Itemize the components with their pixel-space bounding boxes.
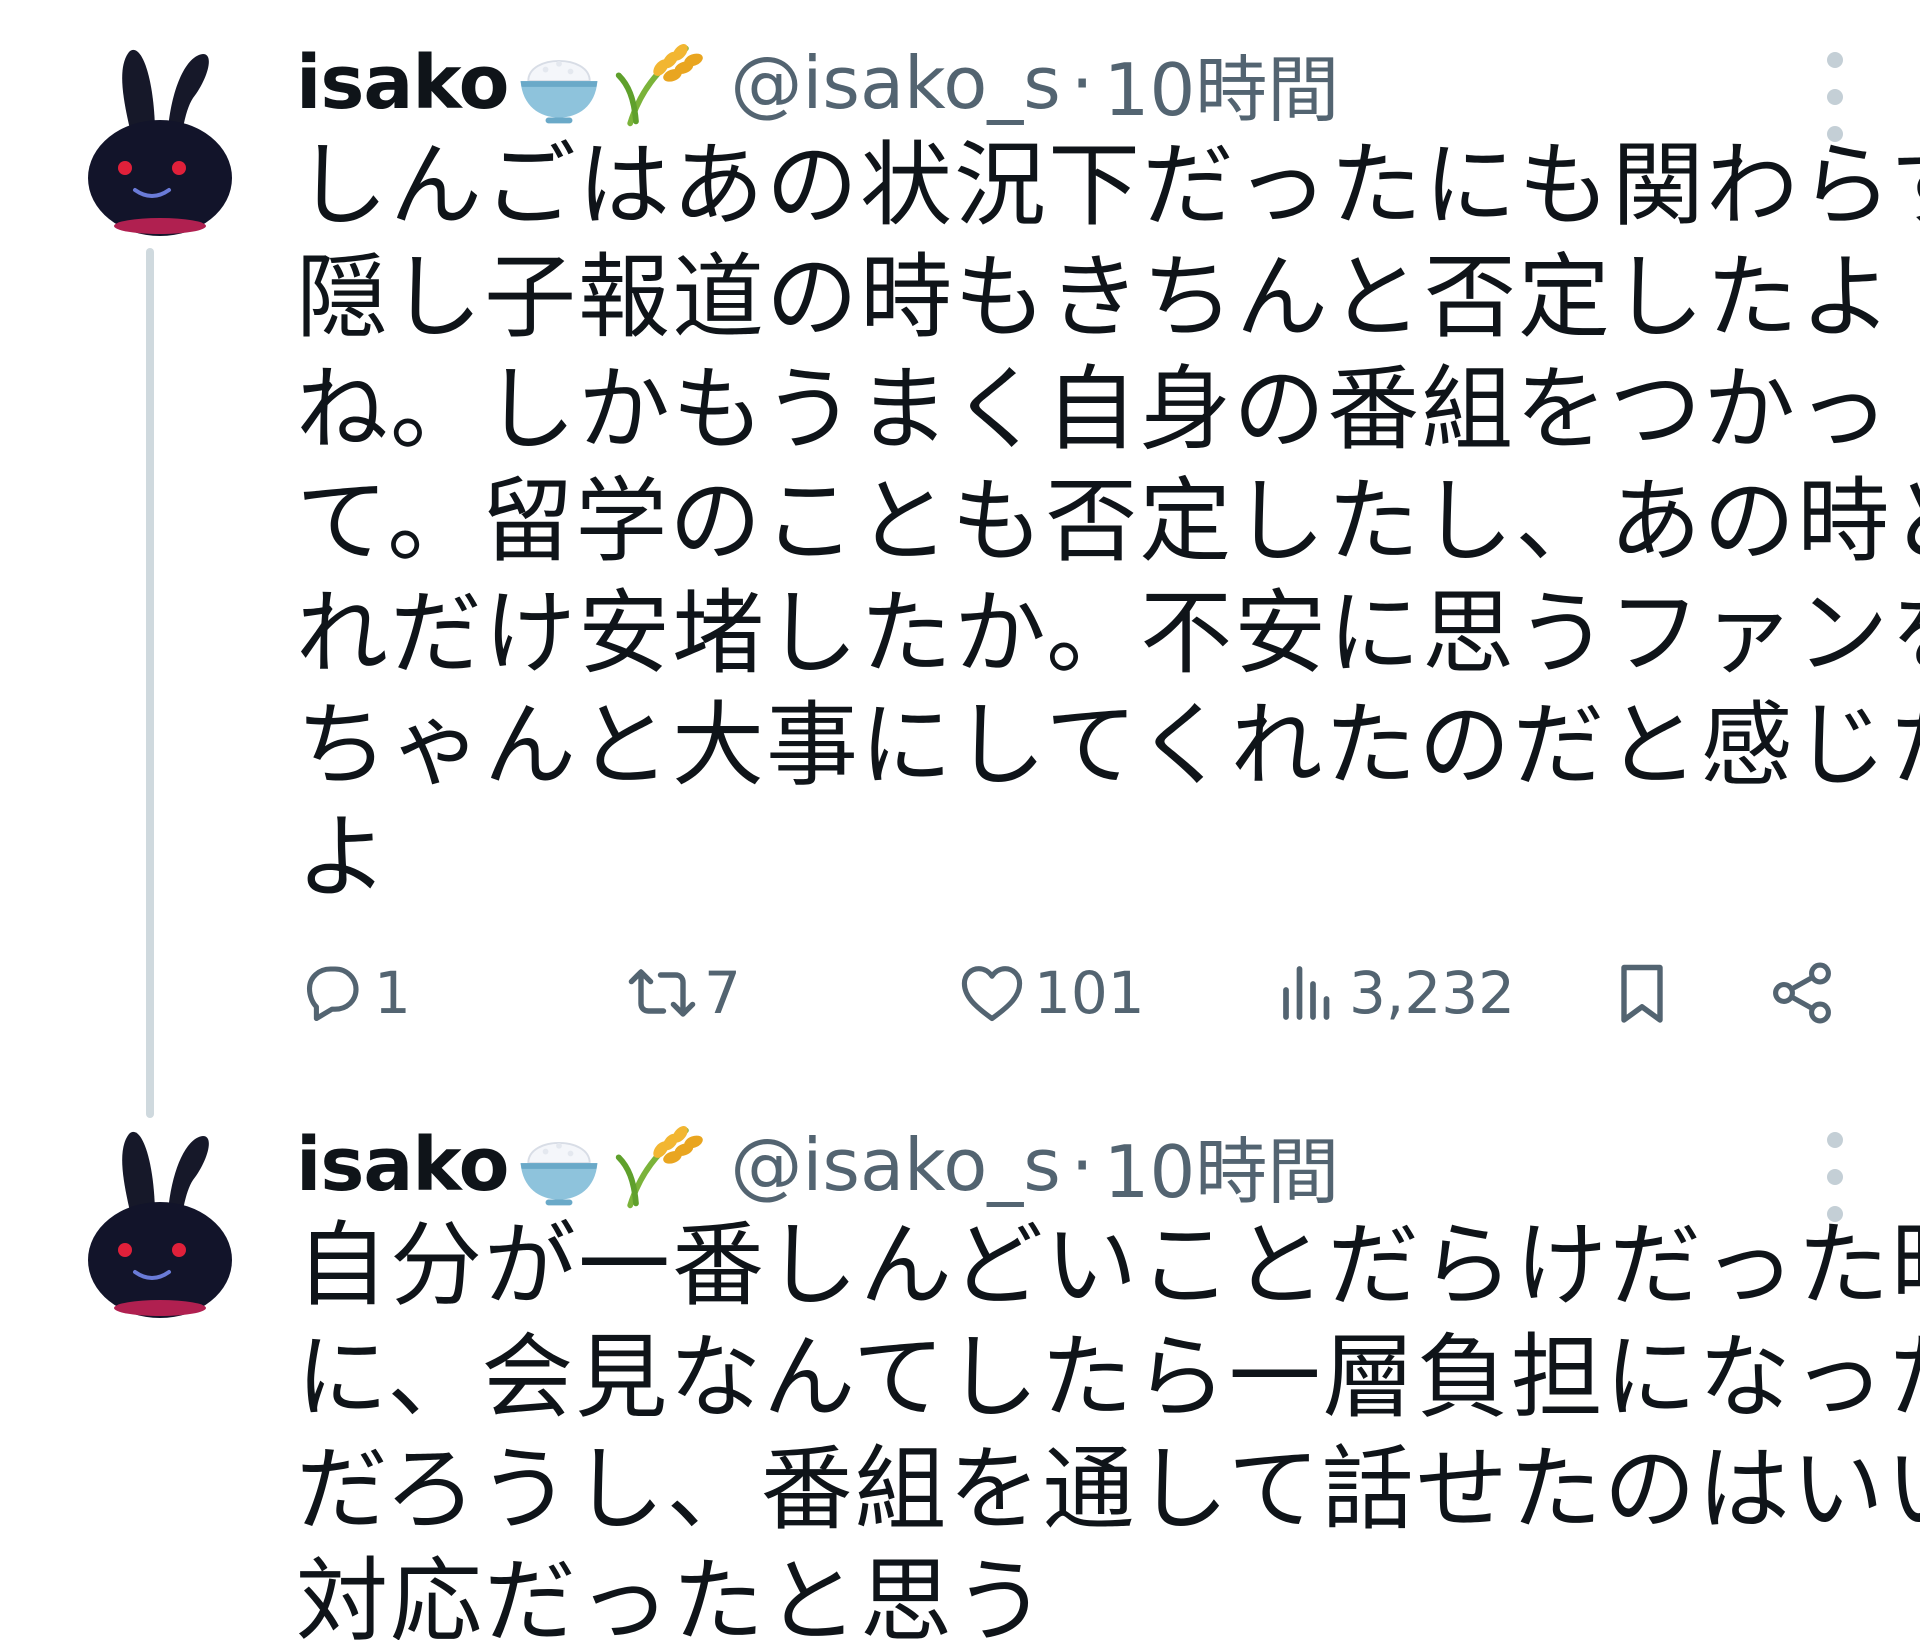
retweet-count: 7 xyxy=(704,959,741,1027)
tweet-thread: isako @isako_s · 10時間 しんごはあの状況下だったにも関わらず… xyxy=(0,0,1920,1640)
display-name[interactable]: isako xyxy=(296,1122,509,1208)
rice-bowl-icon xyxy=(510,1117,608,1213)
tweet-text-line: 対応だったと思う xyxy=(296,1548,1049,1640)
thread-connector-line xyxy=(146,248,154,1118)
display-name[interactable]: isako xyxy=(296,40,509,126)
retweet-button[interactable]: 7 xyxy=(626,948,741,1038)
rice-bowl-icon xyxy=(510,35,608,131)
rice-plant-icon xyxy=(610,35,708,131)
reply-icon xyxy=(306,966,359,1022)
avatar[interactable] xyxy=(75,40,245,240)
timestamp[interactable]: 10時間 xyxy=(1104,31,1340,136)
separator-dot: · xyxy=(1070,1123,1094,1207)
tweet-text-line: 自分が一番しんどいことだらけだった時 xyxy=(296,1212,1920,1319)
user-handle[interactable]: @isako_s xyxy=(730,41,1060,125)
timestamp[interactable]: 10時間 xyxy=(1104,1113,1340,1218)
rice-plant-icon xyxy=(610,1117,708,1213)
user-handle[interactable]: @isako_s xyxy=(730,1123,1060,1207)
more-options-icon[interactable] xyxy=(1820,1132,1850,1222)
bunny-avatar-icon xyxy=(88,1131,232,1318)
share-button[interactable] xyxy=(1766,948,1838,1038)
tweet-text-line: れだけ安堵したか。不安に思うファンを xyxy=(296,580,1920,687)
bookmark-button[interactable] xyxy=(1606,948,1678,1038)
separator-dot: · xyxy=(1070,41,1094,125)
tweet-header: isako @isako_s · 10時間 xyxy=(296,28,1339,138)
tweet-text: しんごはあの状況下だったにも関わらず 隠し子報道の時もきちんと否定したよ ね。し… xyxy=(296,130,1920,914)
tweet-1[interactable]: isako @isako_s · 10時間 しんごはあの状況下だったにも関わらず… xyxy=(0,0,1920,1118)
tweet-text: 自分が一番しんどいことだらけだった時 に、会見なんてしたら一層負担になった だろ… xyxy=(296,1210,1920,1640)
bookmark-icon xyxy=(1621,964,1663,1023)
tweet-text-line: て。留学のことも否定したし、あの時ど xyxy=(296,468,1920,575)
more-options-icon[interactable] xyxy=(1820,52,1850,142)
share-icon xyxy=(1773,962,1831,1024)
tweet-text-line: よ xyxy=(296,804,391,911)
tweet-text-line: だろうし、番組を通して話せたのはいい xyxy=(296,1436,1920,1543)
tweet-2[interactable]: isako @isako_s · 10時間 自分が一番しんどいことだらけだった時… xyxy=(0,1090,1920,1640)
tweet-text-line: ね。しかもうまく自身の番組をつかっ xyxy=(296,356,1892,463)
retweet-icon xyxy=(628,969,696,1017)
avatar[interactable] xyxy=(75,1122,245,1322)
like-count: 101 xyxy=(1034,959,1145,1027)
reply-count: 1 xyxy=(374,959,411,1027)
heart-icon xyxy=(961,966,1023,1022)
views-button[interactable]: 3,232 xyxy=(1271,948,1515,1038)
tweet-header: isako @isako_s · 10時間 xyxy=(296,1110,1339,1220)
views-count: 3,232 xyxy=(1349,959,1516,1027)
tweet-text-line: に、会見なんてしたら一層負担になった xyxy=(296,1324,1920,1431)
views-chart-icon xyxy=(1283,966,1330,1020)
tweet-actions: 1 7 101 3,232 xyxy=(296,948,1856,1038)
like-button[interactable]: 101 xyxy=(956,948,1145,1038)
tweet-text-line: 隠し子報道の時もきちんと否定したよ xyxy=(296,244,1895,351)
tweet-text-line: ちゃんと大事にしてくれたのだと感じた xyxy=(296,692,1920,799)
bunny-avatar-icon xyxy=(88,49,232,236)
reply-button[interactable]: 1 xyxy=(296,948,411,1038)
tweet-text-line: しんごはあの状況下だったにも関わらず xyxy=(296,132,1920,239)
